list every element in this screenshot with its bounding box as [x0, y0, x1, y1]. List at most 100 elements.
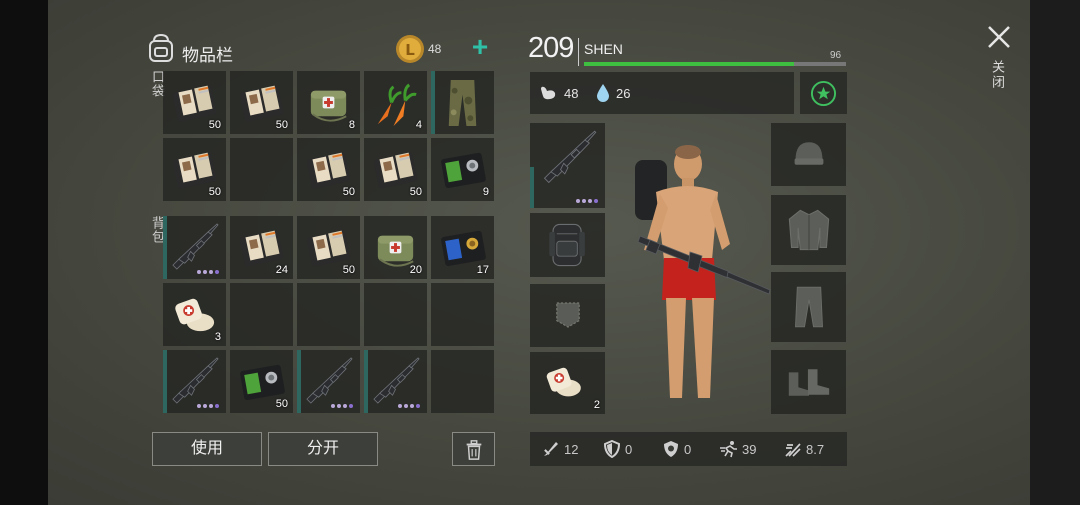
backpack-slot[interactable] [163, 216, 226, 279]
item-quantity: 50 [342, 186, 355, 198]
backpack-grid: 24 50 20 17 3 50 [163, 216, 494, 413]
close-label[interactable]: 关闭 [988, 60, 1007, 90]
attack-icon [544, 442, 558, 456]
item-quantity: 20 [409, 264, 422, 276]
item-quantity: 17 [476, 264, 489, 276]
head-slot[interactable] [771, 123, 846, 186]
screen-edge-right [1030, 0, 1080, 505]
stealth-icon [785, 443, 801, 457]
pocket-placeholder-icon [556, 302, 580, 328]
backpack-slot[interactable] [297, 283, 360, 346]
coin-icon: L [396, 35, 424, 63]
defense-icon [603, 440, 621, 458]
character-name: SHEN [584, 41, 623, 57]
item-upgrade-dots [195, 404, 219, 408]
medkit-qty: 2 [593, 399, 600, 411]
item-quantity: 50 [342, 264, 355, 276]
feet-slot[interactable] [771, 350, 846, 414]
xp-bar-fill [584, 62, 794, 66]
backpack-slot[interactable]: 50 [230, 350, 293, 413]
svg-text:L: L [405, 41, 415, 59]
item-quantity: 50 [208, 186, 221, 198]
header-divider [578, 38, 579, 66]
pocket-equipment-slot[interactable] [530, 284, 605, 347]
pocket-slot[interactable]: 50 [230, 71, 293, 134]
inventory-title: 物品栏 [182, 46, 233, 65]
coin-count: 48 [428, 42, 442, 56]
pocket-slot[interactable]: 8 [297, 71, 360, 134]
pocket-slot[interactable]: 50 [297, 138, 360, 201]
rifle-icon [172, 357, 219, 404]
jacket-icon [788, 209, 830, 251]
backpack-slot[interactable] [230, 283, 293, 346]
legs-slot[interactable] [771, 272, 846, 342]
pocket-slot[interactable] [230, 138, 293, 201]
stomach-icon [541, 86, 556, 100]
trash-button[interactable] [452, 432, 495, 466]
rifle-icon [306, 357, 353, 404]
star-badge-icon [810, 80, 837, 107]
bandage-icon [175, 298, 215, 332]
radiation-armor-icon [664, 441, 678, 457]
beanie-icon [794, 142, 824, 165]
item-quantity: 50 [275, 119, 288, 131]
backpack-slot[interactable]: 20 [364, 216, 427, 279]
rifle-icon [543, 130, 597, 184]
pocket-grid: 50 50 8 4 50 50 50 9 [163, 71, 494, 201]
close-icon[interactable] [986, 24, 1012, 50]
backpack-slot[interactable] [530, 213, 605, 277]
pocket-slot[interactable]: 50 [163, 71, 226, 134]
character-model [635, 145, 771, 398]
torso-slot[interactable] [771, 195, 846, 265]
boots-icon [788, 369, 830, 396]
rifle-icon [373, 357, 420, 404]
rifle-icon [172, 223, 219, 270]
backpack-slot[interactable]: 24 [230, 216, 293, 279]
screen-edge-left [0, 0, 48, 505]
favorite-button[interactable] [800, 72, 847, 114]
item-quantity: 4 [415, 119, 422, 131]
backpack-slot[interactable]: 3 [163, 283, 226, 346]
item-upgrade-dots [195, 270, 219, 274]
tactical-backpack-icon [549, 223, 585, 267]
medkit-bag-icon [310, 90, 347, 122]
split-button[interactable]: 分开 [268, 432, 378, 466]
item-quantity: 50 [208, 119, 221, 131]
green-badge-card-icon [441, 152, 486, 189]
camo-pants-icon [448, 79, 477, 127]
trash-icon [466, 440, 482, 460]
backpack-slot[interactable]: 17 [431, 216, 494, 279]
backpack-slot[interactable] [163, 350, 226, 413]
pants-icon [795, 286, 823, 328]
backpack-slot[interactable] [364, 283, 427, 346]
backpack-icon [149, 33, 173, 62]
survival-stats-panel: 48 26 [530, 72, 794, 114]
backpack-slot[interactable] [431, 283, 494, 346]
backpack-slot[interactable] [431, 350, 494, 413]
medkit-quick-slot[interactable]: 2 [530, 352, 605, 414]
food-value: 48 [564, 86, 579, 101]
xp-value: 96 [830, 50, 842, 61]
carrot-icon [377, 83, 417, 127]
character-level: 209 [528, 32, 574, 64]
weapon-slot[interactable] [530, 123, 605, 208]
backpack-slot[interactable] [297, 350, 360, 413]
item-quantity: 3 [214, 331, 221, 343]
item-upgrade-dots [329, 404, 353, 408]
add-coins-button[interactable]: + [465, 33, 495, 63]
item-upgrade-dots [396, 404, 420, 408]
item-quantity: 50 [409, 186, 422, 198]
item-quantity: 8 [348, 119, 355, 131]
backpack-slot[interactable] [364, 350, 427, 413]
use-button[interactable]: 使用 [152, 432, 262, 466]
pocket-slot[interactable]: 4 [364, 71, 427, 134]
pocket-slot[interactable]: 9 [431, 138, 494, 201]
backpack-slot[interactable]: 50 [297, 216, 360, 279]
pocket-slot[interactable]: 50 [163, 138, 226, 201]
xp-bar [584, 62, 846, 66]
character-stats-bar: 12 0 0 39 8.7 [530, 432, 847, 466]
pocket-slot[interactable] [431, 71, 494, 134]
weapon-slot-dots [574, 199, 598, 203]
pocket-slot[interactable]: 50 [364, 138, 427, 201]
water-drop-icon [597, 84, 609, 102]
